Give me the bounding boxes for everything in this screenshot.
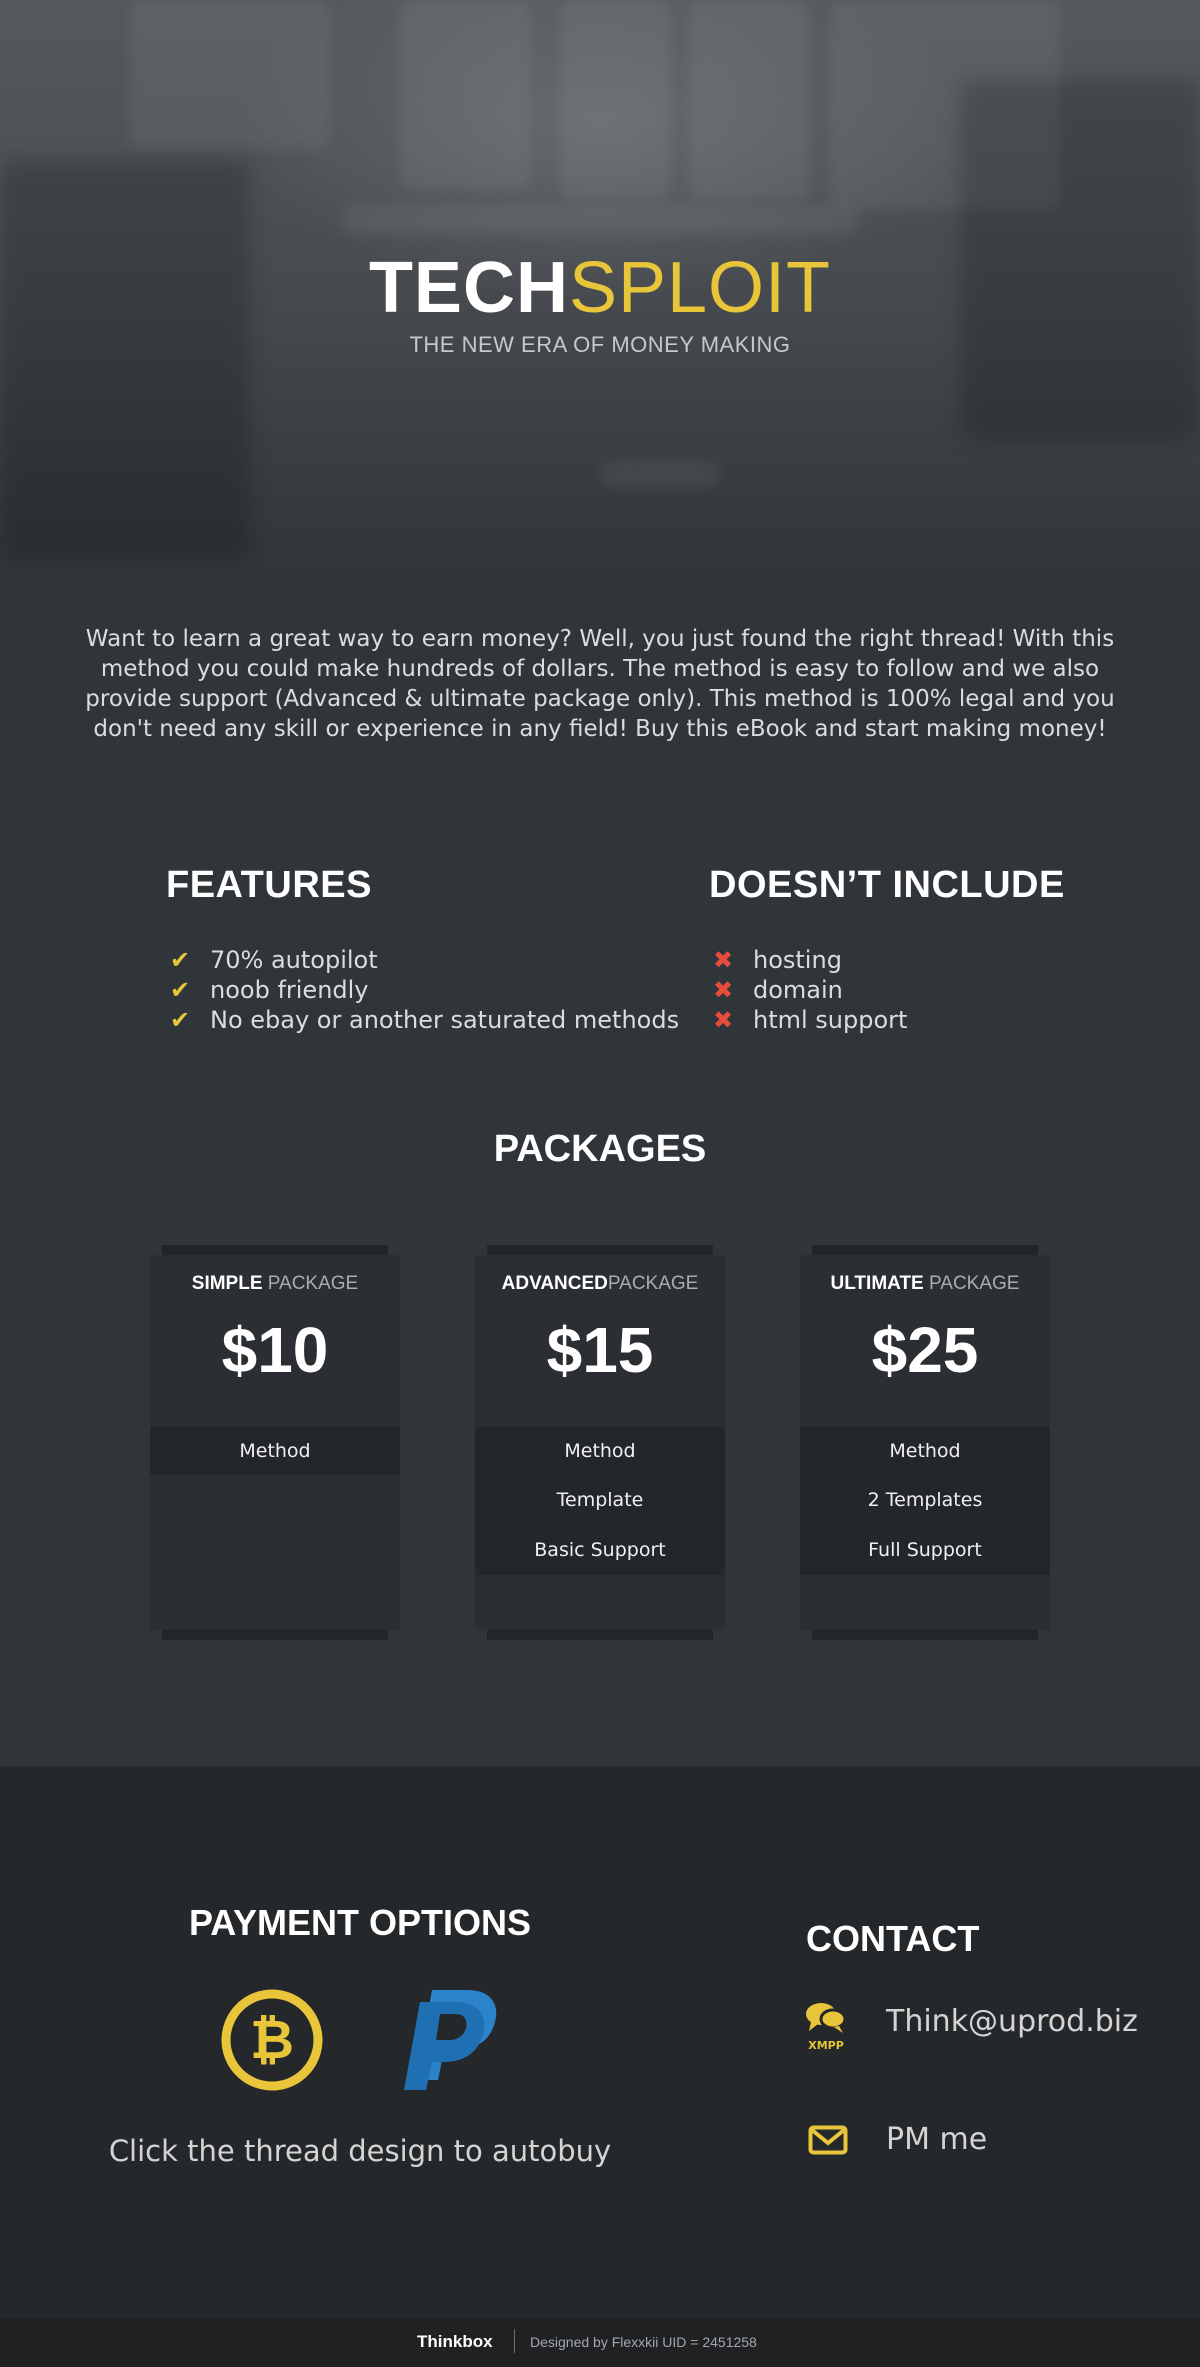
package-name: ADVANCEDPACKAGE	[501, 1273, 699, 1294]
package-feature: Method	[239, 1440, 311, 1462]
excludes-list: ✖ hosting ✖ domain ✖ html support	[709, 945, 908, 1035]
package-ultimate[interactable]: ULTIMATE PACKAGE $25 Method 2 Templates …	[800, 1245, 1050, 1640]
exclude-text: domain	[753, 976, 843, 1004]
feature-text: No ebay or another saturated methods	[210, 1006, 680, 1034]
package-name: ULTIMATE PACKAGE	[830, 1273, 1020, 1294]
package-price: $15	[546, 1314, 654, 1386]
package-features: Method Template Basic Support	[475, 1427, 725, 1575]
package-feature: Full Support	[868, 1539, 982, 1561]
package-feature: Method	[889, 1440, 961, 1462]
package-price: $10	[221, 1314, 329, 1386]
divider	[514, 2329, 515, 2353]
xmpp-chat-icon: XMPP	[806, 2003, 847, 2052]
contact-title: CONTACT	[806, 1918, 980, 1959]
exclude-item: ✖ html support	[709, 1005, 908, 1035]
tagline: THE NEW ERA OF MONEY MAKING	[409, 332, 791, 357]
check-icon: ✔	[169, 946, 191, 974]
features-title: FEATURES	[166, 864, 372, 906]
xmpp-label: XMPP	[808, 2039, 844, 2052]
logo-light: SPLOIT	[568, 248, 832, 328]
exclude-item: ✖ domain	[709, 975, 907, 1005]
autobuy-note: Click the thread design to autobuy	[108, 2134, 612, 2168]
bitcoin-icon[interactable]: ₿	[220, 1988, 324, 2092]
cross-icon: ✖	[712, 976, 734, 1004]
package-features: Method	[150, 1427, 400, 1475]
intro-text: Want to learn a great way to earn money?…	[85, 626, 1115, 742]
check-icon: ✔	[169, 976, 191, 1004]
payment-title: PAYMENT OPTIONS	[188, 1902, 532, 1943]
cross-icon: ✖	[712, 946, 734, 974]
feature-text: noob friendly	[210, 976, 369, 1004]
exclude-text: hosting	[753, 946, 842, 974]
package-simple[interactable]: SIMPLE PACKAGE $10 Method	[150, 1245, 400, 1640]
feature-item: ✔ 70% autopilot	[166, 945, 679, 975]
footer-section	[0, 1766, 1200, 2318]
designer-credit: Designed by Flexxkii UID = 2451258	[530, 2334, 757, 2350]
svg-text:₿: ₿	[250, 2008, 294, 2071]
site-logo: TECHSPLOIT	[0, 248, 1200, 328]
excludes-title: DOESN’T INCLUDE	[709, 864, 1065, 906]
feature-item: ✔ noob friendly	[166, 975, 679, 1005]
envelope-icon	[808, 2125, 848, 2155]
package-features: Method 2 Templates Full Support	[800, 1427, 1050, 1575]
exclude-text: html support	[753, 1006, 908, 1034]
feature-item: ✔ No ebay or another saturated methods	[166, 1005, 679, 1035]
package-price: $25	[871, 1314, 979, 1386]
exclude-item: ✖ hosting	[709, 945, 907, 975]
package-feature: Method	[564, 1440, 636, 1462]
package-feature: Basic Support	[534, 1539, 666, 1561]
features-list: ✔ 70% autopilot ✔ noob friendly ✔ No ebay o…	[166, 945, 679, 1035]
logo-strong: TECH	[368, 248, 569, 328]
package-advanced[interactable]: ADVANCEDPACKAGE $15 Method Template Basi…	[475, 1245, 725, 1640]
pm-link[interactable]: PM me	[886, 2122, 987, 2157]
feature-text: 70% autopilot	[210, 946, 378, 974]
package-name: SIMPLE PACKAGE	[191, 1273, 359, 1294]
xmpp-address[interactable]: Think@uprod.biz	[886, 2004, 1138, 2039]
cross-icon: ✖	[712, 1006, 734, 1034]
package-feature: Template	[556, 1489, 644, 1511]
package-feature: 2 Templates	[867, 1489, 983, 1511]
paypal-icon[interactable]	[398, 1984, 504, 2094]
brand-name: Thinkbox	[417, 2332, 493, 2351]
packages-title: PACKAGES	[493, 1128, 707, 1170]
check-icon: ✔	[169, 1006, 191, 1034]
